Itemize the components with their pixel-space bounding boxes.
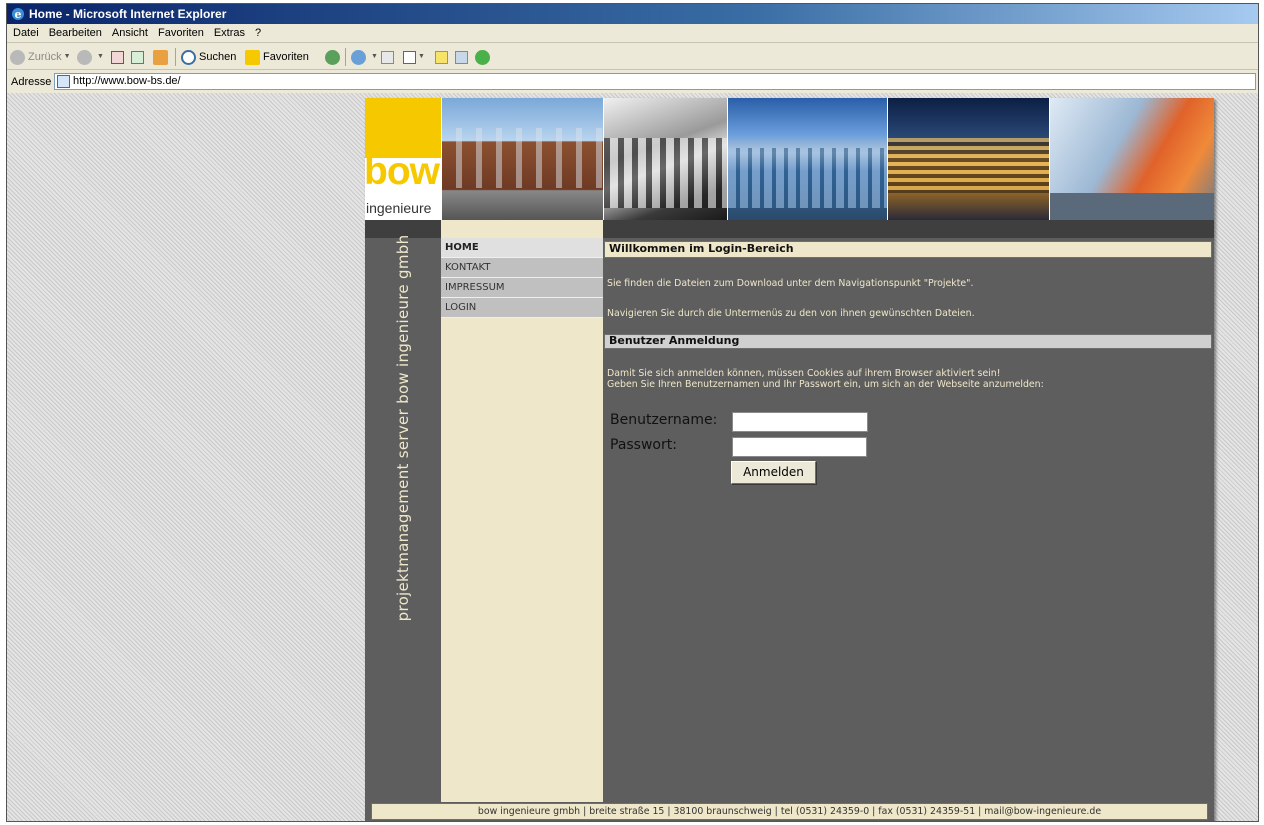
svg-text:e: e — [15, 8, 22, 21]
mail-icon — [351, 49, 366, 65]
favorites-button[interactable]: Favoriten — [245, 44, 309, 70]
toolbar-separator — [345, 48, 346, 66]
browser-window: e Home - Microsoft Internet Explorer Dat… — [6, 3, 1259, 822]
toolbar: Zurück ▼ ▼ Suchen Favoriten ▼ ▼ — [7, 44, 1258, 70]
messenger-button[interactable] — [475, 44, 493, 70]
nav-item-login[interactable]: LOGIN — [441, 298, 603, 318]
messenger-icon — [475, 49, 490, 65]
star-icon — [245, 49, 260, 65]
window-title: Home - Microsoft Internet Explorer — [29, 7, 227, 21]
forward-button[interactable]: ▼ — [77, 44, 104, 70]
refresh-icon — [131, 50, 144, 64]
edit-button[interactable]: ▼ — [403, 44, 425, 70]
intro-text-2: Navigieren Sie durch die Untermenüs zu d… — [607, 308, 975, 319]
address-input[interactable]: http://www.bow-bs.de/ — [54, 73, 1256, 90]
password-input[interactable] — [732, 437, 867, 457]
title-bar: e Home - Microsoft Internet Explorer — [7, 4, 1258, 24]
menu-datei[interactable]: Datei — [7, 24, 44, 43]
search-icon — [181, 49, 196, 65]
history-button[interactable] — [325, 44, 343, 70]
mail-button[interactable]: ▼ — [351, 44, 378, 70]
header-photo-brick-building — [441, 98, 603, 220]
toolbar-separator — [175, 48, 176, 66]
page-viewport: bow ingenieure projektmanagement server … — [7, 93, 1258, 821]
home-icon — [153, 49, 168, 65]
main-content: Willkommen im Login-Bereich Sie finden d… — [603, 238, 1214, 802]
history-icon — [325, 49, 340, 65]
vertical-tagline: projektmanagement server bow ingenieure … — [394, 234, 412, 622]
username-label: Benutzername: — [610, 412, 718, 428]
cookie-note: Damit Sie sich anmelden können, müssen C… — [607, 368, 1001, 379]
menu-help[interactable]: ? — [250, 24, 266, 43]
note-icon — [435, 50, 448, 64]
footer-contact-info: bow ingenieure gmbh | breite straße 15 |… — [371, 803, 1208, 820]
research-button[interactable] — [455, 44, 468, 70]
address-bar: Adresse http://www.bow-bs.de/ — [7, 71, 1258, 93]
menu-favoriten[interactable]: Favoriten — [153, 24, 209, 43]
back-arrow-icon — [10, 49, 25, 65]
chevron-down-icon: ▼ — [371, 53, 378, 60]
menu-ansicht[interactable]: Ansicht — [107, 24, 153, 43]
chevron-down-icon: ▼ — [97, 53, 104, 60]
refresh-button[interactable] — [131, 44, 144, 70]
welcome-heading: Willkommen im Login-Bereich — [604, 241, 1212, 258]
page-icon — [57, 75, 70, 88]
intro-text-1: Sie finden die Dateien zum Download unte… — [607, 278, 974, 289]
research-icon — [455, 50, 468, 64]
website: bow ingenieure projektmanagement server … — [364, 98, 1214, 821]
logo-word: bow — [364, 150, 440, 193]
bow-logo[interactable]: bow ingenieure — [364, 98, 441, 220]
logo-subtitle: ingenieure — [366, 200, 432, 216]
chevron-down-icon: ▼ — [418, 53, 425, 60]
credentials-note: Geben Sie Ihren Benutzernamen und Ihr Pa… — [607, 379, 1044, 390]
stop-button[interactable] — [111, 44, 124, 70]
nav-item-impressum[interactable]: IMPRESSUM — [441, 278, 603, 298]
header-strip — [365, 220, 1214, 238]
print-button[interactable] — [381, 44, 394, 70]
header-photo-modern-building — [603, 98, 727, 220]
home-button[interactable] — [153, 44, 171, 70]
address-url: http://www.bow-bs.de/ — [73, 75, 181, 87]
menu-bar: Datei Bearbeiten Ansicht Favoriten Extras? — [7, 24, 1258, 43]
header-photo-orange-hall — [1049, 98, 1214, 220]
printer-icon — [381, 50, 394, 64]
discuss-button[interactable] — [435, 44, 448, 70]
forward-arrow-icon — [77, 49, 92, 65]
login-notes: Damit Sie sich anmelden können, müssen C… — [607, 368, 1044, 390]
header-photo-glass-hall — [727, 98, 887, 220]
internet-explorer-icon: e — [12, 8, 24, 21]
search-button[interactable]: Suchen — [181, 44, 236, 70]
address-label: Adresse — [11, 76, 52, 88]
stop-icon — [111, 50, 124, 64]
menu-extras[interactable]: Extras — [209, 24, 250, 43]
nav-item-kontakt[interactable]: KONTAKT — [441, 258, 603, 278]
word-edit-icon — [403, 50, 416, 64]
vertical-tagline-column: projektmanagement server bow ingenieure … — [365, 234, 441, 802]
username-input[interactable] — [732, 412, 868, 432]
nav-item-home[interactable]: HOME — [441, 238, 603, 258]
login-heading: Benutzer Anmeldung — [604, 334, 1212, 349]
header-photo-office-night — [887, 98, 1049, 220]
login-button[interactable]: Anmelden — [731, 461, 816, 484]
back-button[interactable]: Zurück ▼ — [10, 44, 71, 70]
chevron-down-icon: ▼ — [63, 53, 71, 60]
password-label: Passwort: — [610, 437, 677, 453]
site-footer: bow ingenieure gmbh | breite straße 15 |… — [365, 802, 1214, 821]
site-navigation: HOME KONTAKT IMPRESSUM LOGIN — [441, 238, 603, 802]
menu-bearbeiten[interactable]: Bearbeiten — [44, 24, 107, 43]
